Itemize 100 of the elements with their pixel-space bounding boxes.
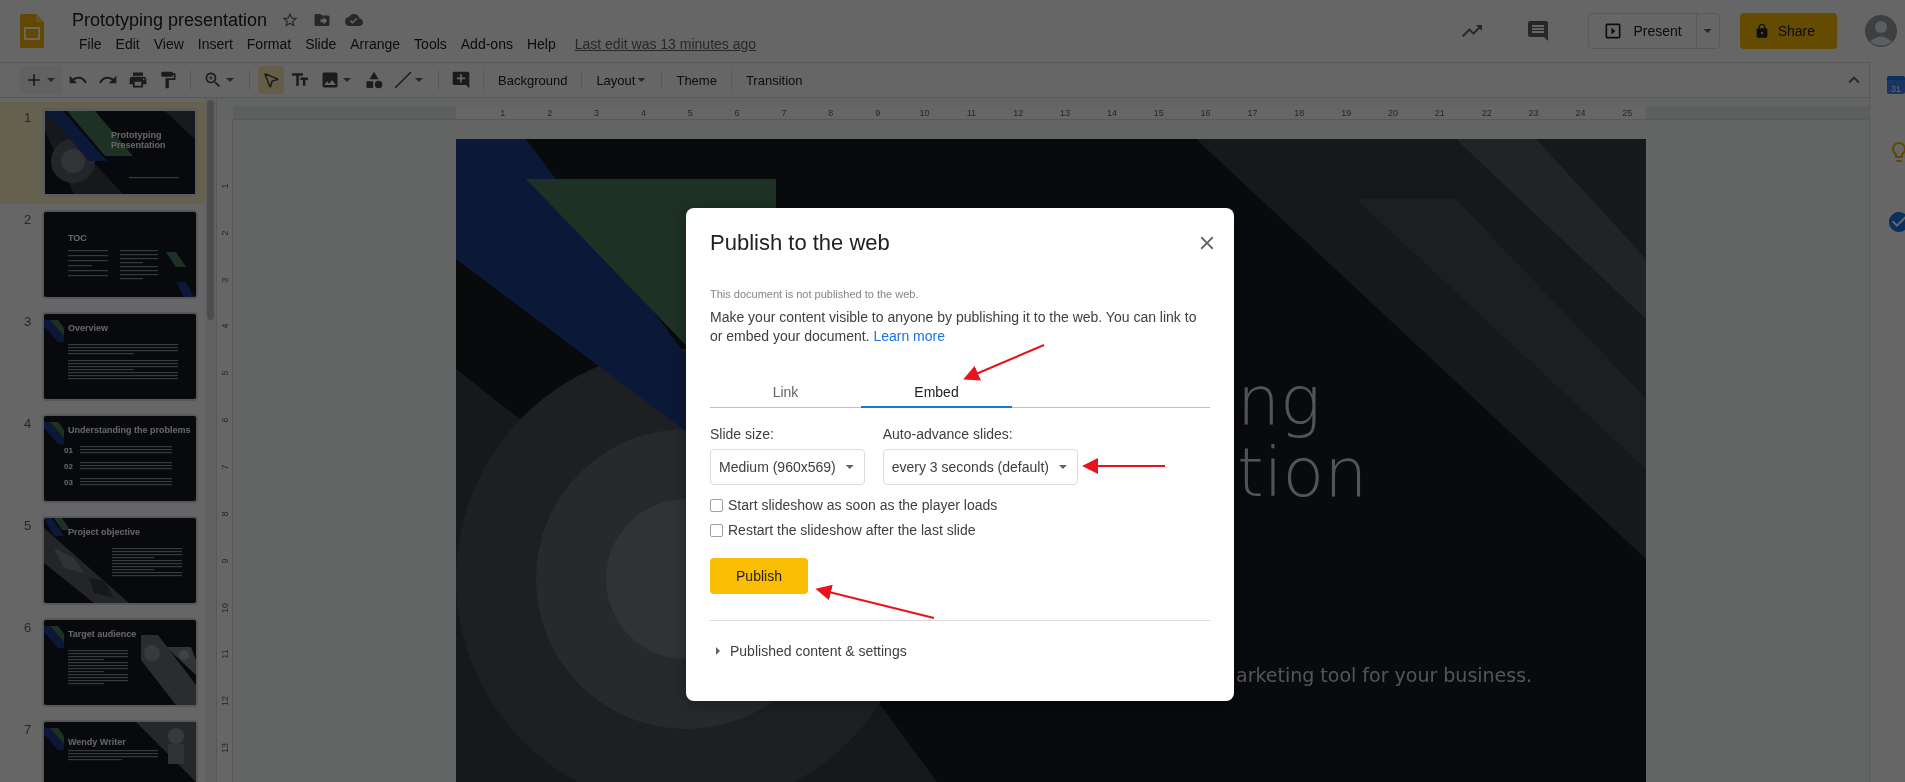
select-icon [262,71,280,89]
ruler-number: 5 [687,107,693,120]
slides-logo[interactable] [20,14,44,48]
caret-icon [845,465,854,469]
slide-row[interactable]: 2 TOC [0,204,205,306]
ruler-number: 7 [219,463,230,472]
ruler-number: 11 [966,107,976,120]
dialog-title: Publish to the web [710,230,890,256]
slide-thumbnail[interactable]: Prototyping Presentation [42,108,198,197]
ruler-number: 12 [1013,107,1024,120]
ruler-number: 7 [781,107,787,120]
slide-row[interactable]: 4 Understanding the problems 01 02 03 [0,408,205,510]
ruler-number: 10 [919,107,930,120]
tab[interactable]: Embed [861,378,1012,408]
line-icon [394,71,412,89]
menu-item[interactable]: Help [519,34,563,53]
slide-thumbnail[interactable]: TOC [42,210,198,299]
toolbar-button[interactable]: Theme [670,66,723,94]
slide-subtitle-text: arketing tool for your business. [1236,666,1533,685]
ruler-number: 25 [1622,107,1633,120]
last-edit-link[interactable]: Last edit was 13 minutes ago [574,35,757,52]
slide-number: 5 [23,517,33,535]
slide-thumbnail-title: Wendy Writer [68,738,127,748]
slide-thumbnail-marker: 01 [64,446,73,455]
comments-icon[interactable] [1526,19,1551,43]
ruler-number: 17 [1247,107,1258,120]
menu-item[interactable]: Tools [407,34,454,53]
calendar-icon[interactable]: 31 [1887,76,1905,94]
menu-item[interactable]: Format [239,34,299,53]
publish-button[interactable]: Publish [710,558,808,594]
corner-stripes-drawing [44,728,64,750]
ruler-number: 6 [219,416,230,425]
toolbar-button[interactable]: Transition [739,66,809,94]
toolbar-button[interactable]: Background [492,66,574,94]
published-settings-expander[interactable]: Published content & settings [710,643,907,659]
menu-item[interactable]: Arrange [343,34,408,53]
corner-stripes-drawing [166,252,194,297]
slide-thumbnail[interactable]: Understanding the problems 01 02 03 [42,414,198,503]
menu-item[interactable]: View [146,34,191,53]
menu-item[interactable]: Add-ons [453,34,520,53]
slide-thumbnail-marker: 02 [64,462,73,471]
text-lines-drawing [129,177,179,180]
checkbox-label[interactable]: Restart the slideshow after the last slide [728,522,976,538]
tab[interactable]: Link [710,378,861,408]
print-icon [128,70,148,90]
ruler-number: 1 [500,107,506,120]
slide-thumbnail[interactable]: Overview [42,312,198,401]
publish-status: This document is not published to the web. [710,288,920,300]
ruler-number: 23 [1528,107,1539,120]
document-title[interactable]: Prototyping presentation [72,9,268,31]
star-icon[interactable] [281,11,300,29]
ruler-number: 2 [547,107,553,120]
menu-item[interactable]: File [72,34,109,53]
shapes-icon [364,70,384,90]
corner-stripes-drawing [44,626,64,648]
text-lines-drawing [68,650,128,686]
checkbox[interactable] [710,523,723,537]
menu-item[interactable]: Slide [298,34,344,53]
slide-number: 2 [23,211,33,229]
checkbox-label[interactable]: Start slideshow as soon as the player loads [728,497,998,513]
new-slide-button[interactable] [20,66,62,94]
share-button[interactable]: Share [1739,13,1837,49]
cloud-saved-icon[interactable] [345,11,364,29]
menu-item[interactable]: Insert [190,34,240,53]
text-lines-drawing [112,548,182,578]
menu-item[interactable]: Edit [108,34,147,53]
slide-thumbnail[interactable]: Project objective [42,516,198,605]
checkbox[interactable] [710,498,723,512]
ruler-number: 11 [219,648,230,661]
dropdown[interactable]: Medium (960x569) [710,449,865,485]
learn-more-link[interactable]: Learn more [873,328,945,344]
dropdown[interactable]: every 3 seconds (default) [882,449,1078,485]
ruler-number: 15 [1153,107,1164,120]
slide-thumbnail-title: TOC [68,234,88,244]
slide-row[interactable]: 7 Wendy Writer [0,714,205,782]
paint-roller-icon [158,70,178,90]
slide-thumbnail[interactable]: Wendy Writer [42,720,198,782]
ruler-number: 13 [1060,107,1071,120]
ruler-number: 6 [734,107,740,120]
ruler-number: 13 [219,742,230,756]
slide-row[interactable]: 3 Overview [0,306,205,408]
slide-number: 7 [23,721,33,739]
ruler-number: 12 [219,695,230,709]
add-comment-icon [451,70,471,90]
slide-thumbnail[interactable]: Target audience [42,618,198,707]
avatar[interactable] [1865,15,1897,47]
slide-number: 6 [23,619,33,637]
zoom-icon [203,70,223,90]
slide-thumbnail-title: Prototyping Presentation [111,131,167,151]
ruler-number: 18 [1294,107,1305,120]
ruler-number: 10 [219,601,230,615]
ruler-number: 24 [1575,107,1586,120]
slide-row[interactable]: 6 Target audience [0,612,205,714]
slide-row[interactable]: 1 Prototyping Presentation [0,102,205,204]
slide-row[interactable]: 5 Project objective [0,510,205,612]
select-button[interactable] [258,66,284,94]
slide-thumbnail-title: Overview [68,324,110,334]
image-icon [320,70,340,90]
move-to-folder-icon[interactable] [313,11,332,29]
toolbar-button[interactable]: Layout [590,66,654,94]
